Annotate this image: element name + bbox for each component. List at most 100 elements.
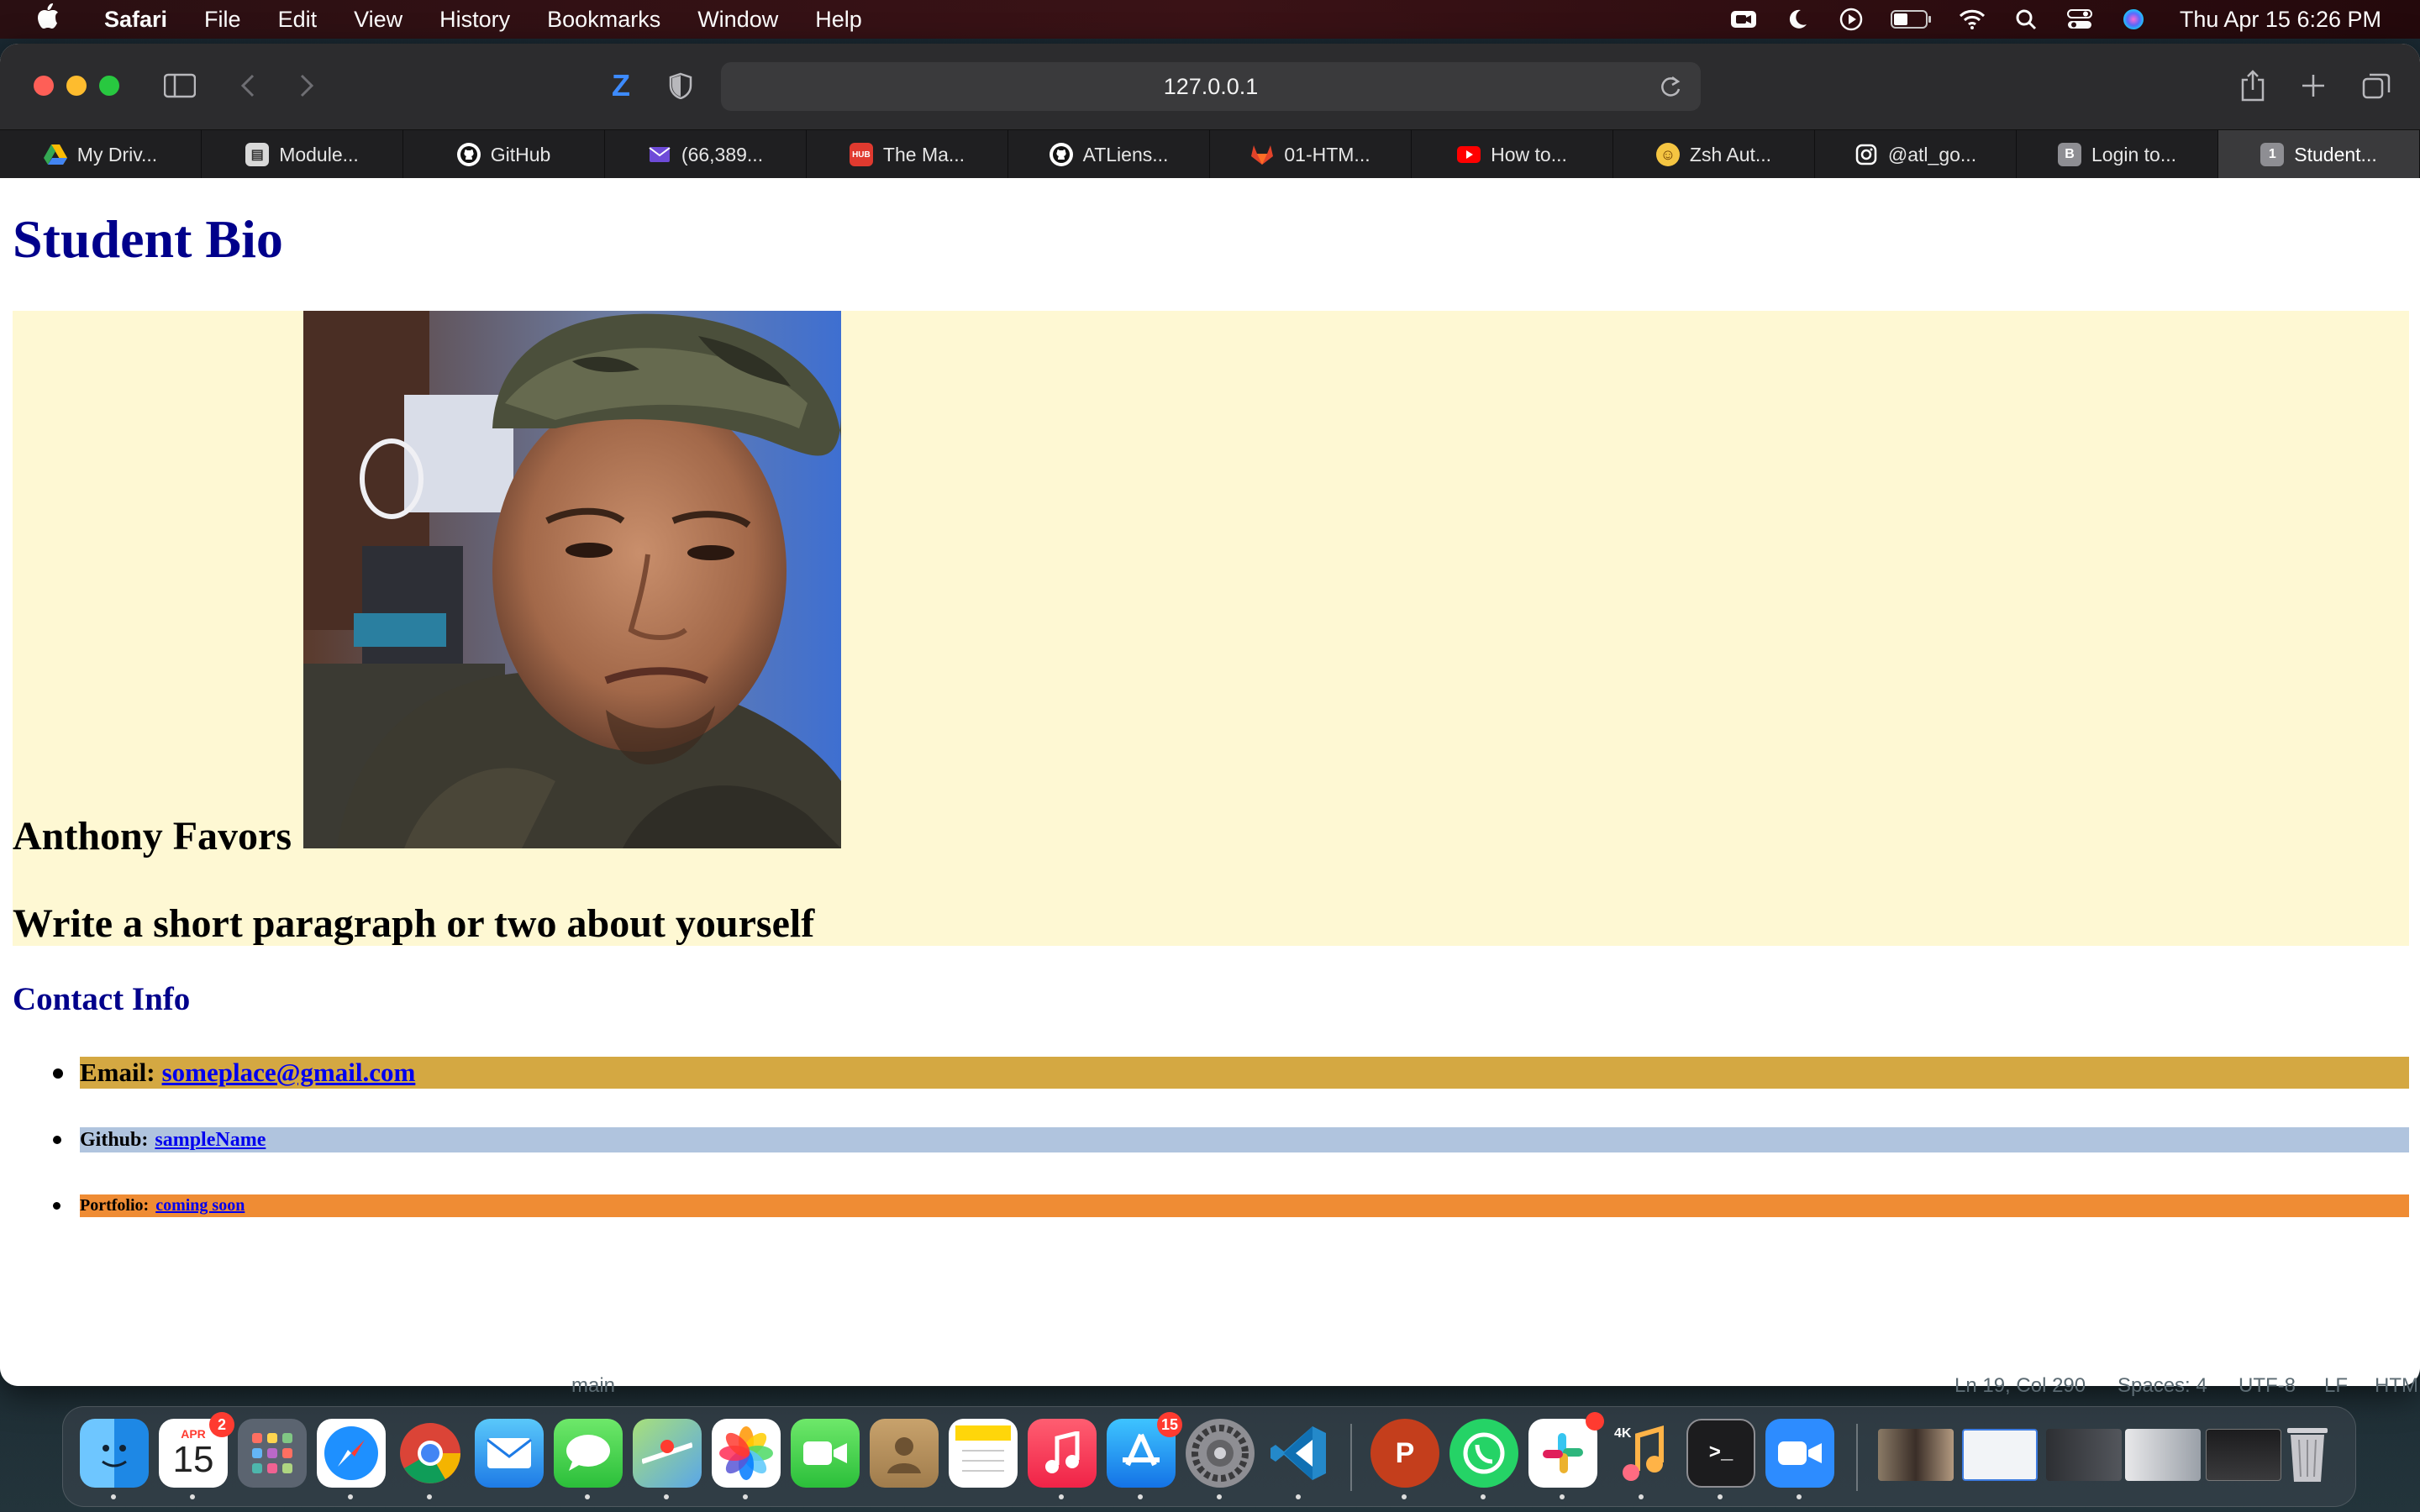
window-thumbnail[interactable] bbox=[1962, 1429, 2038, 1481]
web-page: Student Bio Anthony Favors Write a short… bbox=[0, 178, 2420, 1386]
editor-position: Ln 19, Col 290 bbox=[1954, 1374, 2086, 1397]
bullet-icon bbox=[53, 1068, 63, 1079]
window-thumbnail[interactable] bbox=[2125, 1429, 2201, 1481]
battery-icon[interactable] bbox=[1890, 7, 1933, 32]
tab-label: Student... bbox=[2294, 143, 2377, 165]
share-icon[interactable] bbox=[2238, 69, 2267, 102]
siri-icon[interactable] bbox=[2119, 7, 2148, 32]
tab-label: @atl_go... bbox=[1887, 143, 1977, 165]
forward-arrow-icon[interactable] bbox=[294, 69, 319, 102]
control-center-icon[interactable] bbox=[2065, 7, 2094, 32]
portfolio-link[interactable]: coming soon bbox=[155, 1196, 245, 1215]
google-drive-icon bbox=[43, 143, 67, 166]
menu-edit[interactable]: Edit bbox=[278, 7, 318, 33]
editor-eol: LF bbox=[2324, 1374, 2349, 1397]
tab-overview-icon[interactable] bbox=[2361, 69, 2391, 102]
menu-window[interactable]: Window bbox=[697, 7, 778, 33]
terminal-icon[interactable]: >_ bbox=[1686, 1419, 1755, 1488]
play-icon[interactable] bbox=[1837, 7, 1865, 32]
window-thumbnail[interactable] bbox=[1878, 1429, 1954, 1481]
menu-file[interactable]: File bbox=[204, 7, 241, 33]
tab-google-drive[interactable]: My Driv... bbox=[0, 130, 202, 179]
slack-badge bbox=[1586, 1412, 1604, 1431]
browser-toolbar: Z 127.0.0.1 bbox=[0, 44, 2420, 129]
launchpad-icon[interactable] bbox=[238, 1419, 307, 1488]
tab-atliens[interactable]: ATLiens... bbox=[1008, 130, 1210, 179]
new-tab-icon[interactable] bbox=[2299, 69, 2328, 102]
trash-icon[interactable] bbox=[2273, 1419, 2342, 1488]
tab-youtube[interactable]: How to... bbox=[1412, 130, 1613, 179]
window-thumbnail[interactable] bbox=[2046, 1429, 2122, 1481]
mail-icon bbox=[648, 143, 671, 166]
tab-the-ma[interactable]: HUB The Ma... bbox=[807, 130, 1008, 179]
facetime-icon[interactable] bbox=[1729, 7, 1758, 32]
tab-label: ATLiens... bbox=[1082, 143, 1169, 165]
whatsapp-icon[interactable] bbox=[1449, 1419, 1518, 1488]
emoji-icon: ☺ bbox=[1655, 143, 1680, 166]
tab-gitlab[interactable]: 01-HTM... bbox=[1210, 130, 1412, 179]
zoom-icon[interactable] bbox=[1765, 1419, 1834, 1488]
contacts-icon[interactable] bbox=[870, 1419, 939, 1488]
messages-icon[interactable] bbox=[554, 1419, 623, 1488]
contact-label: Portfolio: bbox=[80, 1196, 150, 1215]
apple-icon[interactable] bbox=[35, 3, 60, 36]
contact-email-item: Email: someplace@gmail.com bbox=[53, 1057, 2409, 1089]
slack-icon[interactable] bbox=[1528, 1412, 1604, 1488]
tab-zsh[interactable]: ☺ Zsh Aut... bbox=[1613, 130, 1815, 179]
app-store-icon[interactable]: 15 bbox=[1107, 1412, 1182, 1488]
maps-icon[interactable] bbox=[633, 1419, 702, 1488]
tab-module[interactable]: ▤ Module... bbox=[202, 130, 403, 179]
tab-github[interactable]: GitHub bbox=[403, 130, 605, 179]
tab-mail[interactable]: (66,389... bbox=[605, 130, 807, 179]
menu-app-name[interactable]: Safari bbox=[104, 7, 167, 33]
privacy-shield-icon[interactable] bbox=[666, 69, 695, 102]
moon-icon[interactable] bbox=[1783, 7, 1812, 32]
instagram-icon bbox=[1854, 143, 1878, 166]
search-icon[interactable] bbox=[2012, 7, 2040, 32]
mail-app-icon[interactable] bbox=[475, 1419, 544, 1488]
github-icon bbox=[1049, 143, 1073, 166]
chrome-icon[interactable] bbox=[396, 1419, 465, 1488]
calendar-icon[interactable]: APR 15 2 bbox=[159, 1412, 234, 1488]
github-link[interactable]: sampleName bbox=[155, 1129, 266, 1152]
notes-icon[interactable] bbox=[949, 1419, 1018, 1488]
sidebar-icon[interactable] bbox=[163, 69, 197, 102]
address-bar[interactable]: 127.0.0.1 bbox=[721, 62, 1701, 111]
reload-icon[interactable] bbox=[1659, 74, 1682, 105]
hub-icon: HUB bbox=[849, 143, 873, 166]
student-name: Anthony Favors bbox=[13, 814, 292, 858]
photos-icon[interactable] bbox=[712, 1419, 781, 1488]
editor-language: HTML bbox=[2375, 1374, 2420, 1397]
youtube-icon bbox=[1457, 143, 1481, 166]
wifi-icon[interactable] bbox=[1958, 7, 1986, 32]
vscode-icon[interactable] bbox=[1265, 1419, 1334, 1488]
email-link[interactable]: someplace@gmail.com bbox=[162, 1058, 416, 1088]
zoom-window-button[interactable] bbox=[99, 76, 119, 96]
tab-instagram[interactable]: @atl_go... bbox=[1815, 130, 2017, 179]
menu-view[interactable]: View bbox=[354, 7, 402, 33]
close-window-button[interactable] bbox=[34, 76, 54, 96]
system-preferences-icon[interactable] bbox=[1186, 1419, 1255, 1488]
menu-bar: Safari File Edit View History Bookmarks … bbox=[0, 0, 2420, 39]
back-arrow-icon[interactable] bbox=[235, 69, 260, 102]
module-icon: ▤ bbox=[245, 143, 270, 166]
finder-icon[interactable] bbox=[80, 1419, 149, 1488]
contact-portfolio-item: Portfolio: coming soon bbox=[53, 1194, 2409, 1217]
tab-label: Login to... bbox=[2091, 143, 2177, 165]
minimize-window-button[interactable] bbox=[66, 76, 87, 96]
music-4k-icon[interactable]: 4K bbox=[1607, 1419, 1676, 1488]
profile-photo bbox=[303, 311, 841, 848]
tab-login[interactable]: B Login to... bbox=[2017, 130, 2218, 179]
bio-section: Anthony Favors Write a short paragraph o… bbox=[13, 311, 2409, 946]
window-thumbnail[interactable] bbox=[2206, 1429, 2281, 1481]
music-icon[interactable] bbox=[1028, 1419, 1097, 1488]
z-extension-icon[interactable]: Z bbox=[607, 68, 635, 102]
safari-icon[interactable] bbox=[317, 1419, 386, 1488]
menu-help[interactable]: Help bbox=[815, 7, 862, 33]
menu-history[interactable]: History bbox=[439, 7, 510, 33]
menu-clock[interactable]: Thu Apr 15 6:26 PM bbox=[2180, 7, 2381, 33]
facetime-app-icon[interactable] bbox=[791, 1419, 860, 1488]
powerpoint-icon[interactable]: P bbox=[1370, 1419, 1439, 1488]
tab-student-bio[interactable]: 1 Student... bbox=[2218, 130, 2420, 179]
menu-bookmarks[interactable]: Bookmarks bbox=[547, 7, 660, 33]
